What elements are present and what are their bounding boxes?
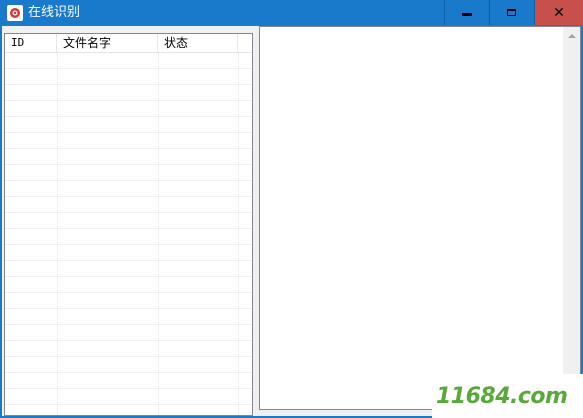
watermark-text: 11684.com [436,383,568,409]
minimize-button[interactable] [444,0,488,25]
minimize-icon [461,13,472,16]
app-window: 在线识别 ✕ ID 文件名字 状态 11684.com [0,0,583,418]
title-bar[interactable]: 在线识别 ✕ [0,0,583,26]
list-header: ID 文件名字 状态 [5,34,252,53]
column-header-status[interactable]: 状态 [158,34,238,52]
window-title: 在线识别 [28,5,81,20]
column-divider [158,53,159,415]
watermark: 11684.com [432,374,583,418]
file-list[interactable]: ID 文件名字 状态 [4,33,253,416]
chevron-up-icon [567,33,576,38]
close-icon: ✕ [553,4,565,21]
app-logo-icon [7,5,23,21]
column-divider [238,53,239,415]
client-area: ID 文件名字 状态 [2,26,581,416]
column-header-filler [238,34,252,52]
maximize-icon [507,9,516,16]
scroll-up-button[interactable] [563,27,580,44]
list-body[interactable] [5,53,252,415]
column-header-filename[interactable]: 文件名字 [57,34,158,52]
maximize-button[interactable] [489,0,533,25]
result-text-area[interactable] [259,26,581,410]
vertical-scrollbar[interactable] [563,27,580,409]
column-header-id[interactable]: ID [5,34,57,52]
close-button[interactable]: ✕ [534,0,583,25]
column-divider [57,53,58,415]
